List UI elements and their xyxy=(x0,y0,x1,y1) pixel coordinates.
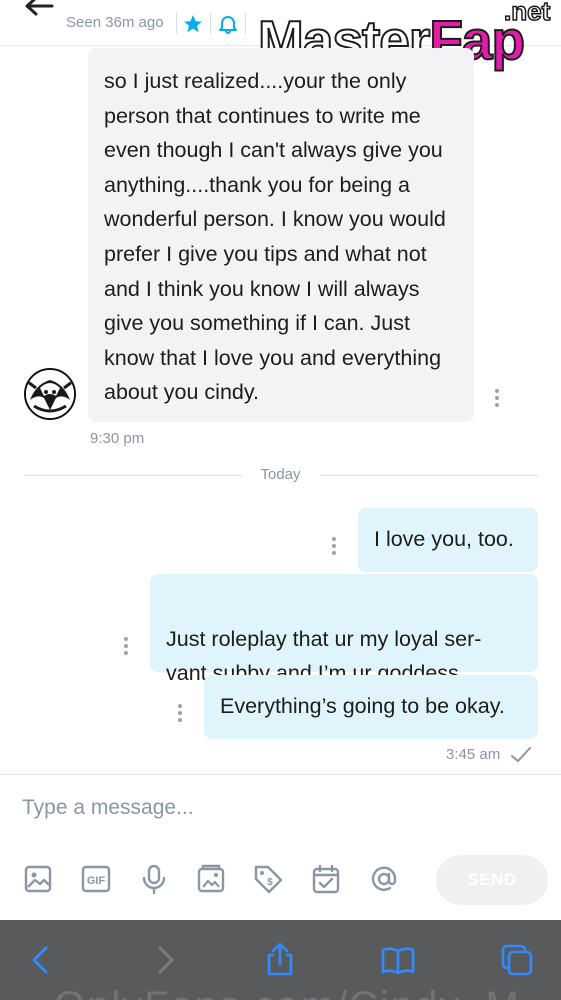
bookmarks-icon[interactable] xyxy=(380,942,416,978)
share-icon[interactable] xyxy=(262,942,298,978)
outgoing-message-bubble[interactable]: Everything’s going to be okay. xyxy=(204,675,538,739)
gif-icon[interactable]: GIF xyxy=(80,863,112,895)
outgoing-message-bubble[interactable]: Just roleplay that ur my loyal ser- vant… xyxy=(150,574,538,685)
bell-icon[interactable] xyxy=(217,13,239,35)
message-input[interactable] xyxy=(22,793,522,823)
incoming-timestamp: 9:30 pm xyxy=(90,430,145,447)
browser-back-icon[interactable] xyxy=(24,942,60,978)
seen-status: Seen 36m ago xyxy=(66,14,164,31)
message-menu-icon[interactable] xyxy=(177,704,183,722)
outgoing-message-text: I love you, too. xyxy=(374,527,514,551)
header-divider xyxy=(245,12,246,34)
message-menu-icon[interactable] xyxy=(494,389,500,407)
image-icon[interactable] xyxy=(22,863,54,895)
back-arrow-icon[interactable] xyxy=(22,0,56,22)
star-icon[interactable] xyxy=(182,13,204,35)
browser-url-ghost: OnlyFans.com/Cindy_M... xyxy=(54,984,560,1000)
incoming-message-bubble[interactable]: so I just realized....your the only pers… xyxy=(88,48,474,422)
message-menu-icon[interactable] xyxy=(123,637,129,655)
svg-text:GIF: GIF xyxy=(87,875,106,887)
header-divider xyxy=(176,12,177,34)
tabs-icon[interactable] xyxy=(499,942,535,978)
price-tag-icon[interactable]: $ xyxy=(252,863,284,895)
read-check-icon xyxy=(511,747,531,762)
svg-text:$: $ xyxy=(267,877,273,888)
browser-forward-icon[interactable] xyxy=(146,942,182,978)
vault-icon[interactable] xyxy=(195,863,227,895)
avatar-image xyxy=(26,370,74,418)
calendar-icon[interactable] xyxy=(310,863,342,895)
incoming-message-text: so I just realized....your the only pers… xyxy=(104,69,446,405)
outgoing-timestamp: 3:45 am xyxy=(446,746,501,763)
header-divider xyxy=(210,12,211,34)
day-separator: Today xyxy=(0,466,561,483)
send-button[interactable]: SEND xyxy=(436,855,548,905)
message-composer: GIF $ SEND xyxy=(0,774,561,920)
outgoing-message-text: Everything’s going to be okay. xyxy=(220,694,505,718)
outgoing-message-bubble[interactable]: I love you, too. xyxy=(358,508,538,572)
at-icon[interactable] xyxy=(368,863,400,895)
microphone-icon[interactable] xyxy=(138,863,170,895)
message-menu-icon[interactable] xyxy=(331,537,337,555)
chat-header: Seen 36m ago MasterFap .net xyxy=(0,0,561,72)
avatar[interactable] xyxy=(24,368,76,420)
